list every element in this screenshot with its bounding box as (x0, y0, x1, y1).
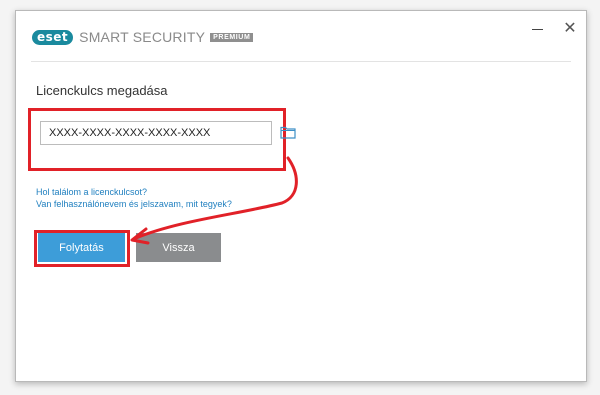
eset-dialog-window: eset SMART SECURITY PREMIUM ✕ Licenckulc… (15, 10, 587, 382)
title-bar: eset SMART SECURITY PREMIUM ✕ (16, 11, 586, 61)
continue-button[interactable]: Folytatás (38, 233, 125, 262)
eset-logo: eset SMART SECURITY PREMIUM (32, 29, 254, 45)
license-key-input[interactable] (40, 121, 272, 145)
edition-badge: PREMIUM (210, 32, 254, 42)
page-title: Licenckulcs megadása (36, 83, 168, 98)
close-button[interactable]: ✕ (562, 21, 578, 37)
close-icon: ✕ (563, 20, 577, 37)
back-button[interactable]: Vissza (136, 233, 221, 262)
minimize-icon (531, 28, 543, 30)
minimize-button[interactable] (529, 21, 545, 37)
eset-logo-badge: eset (32, 29, 74, 45)
header-divider (31, 61, 571, 62)
product-name: SMART SECURITY (79, 29, 206, 45)
have-credentials-link[interactable]: Van felhasználónevem és jelszavam, mit t… (36, 199, 232, 209)
find-license-key-link[interactable]: Hol találom a licenckulcsot? (36, 187, 147, 197)
folder-icon[interactable] (280, 125, 296, 139)
